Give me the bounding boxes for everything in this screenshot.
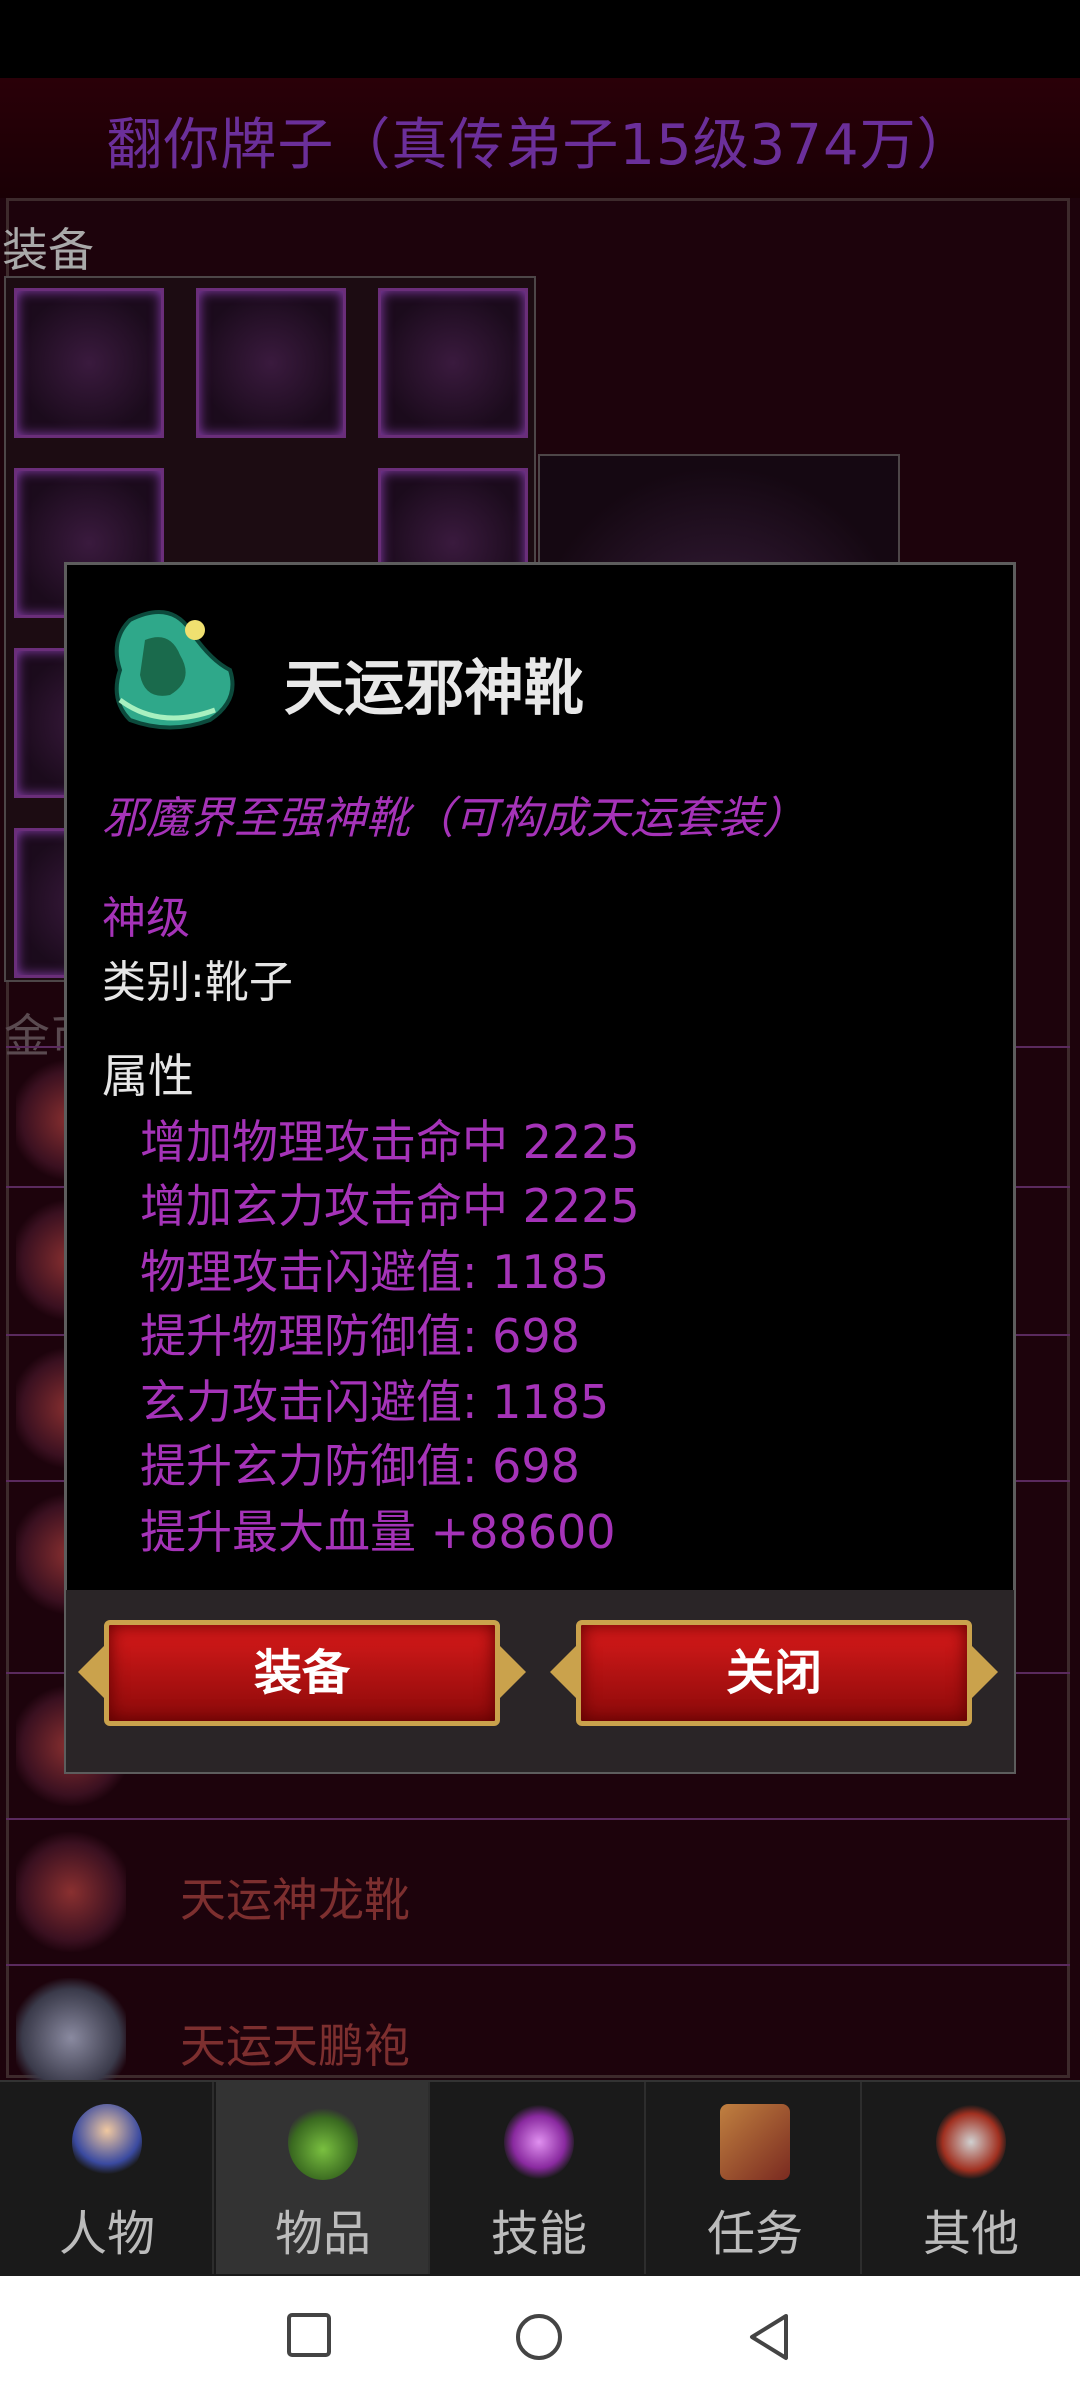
equip-slot-weapon[interactable]	[378, 288, 528, 438]
equip-slot-armor[interactable]	[196, 288, 346, 438]
tab-quests[interactable]: 任务	[648, 2082, 862, 2274]
status-bar	[0, 0, 1080, 78]
tab-label: 技能	[490, 2206, 587, 2262]
attributes-heading: 属性	[102, 1049, 194, 1103]
attribute-line: 提升玄力防御值: 698	[140, 1439, 580, 1493]
character-icon	[72, 2104, 142, 2180]
attribute-line: 增加物理攻击命中 2225	[140, 1115, 640, 1169]
equip-button[interactable]: 装备	[78, 1612, 526, 1734]
page-title: 翻你牌子（真传弟子15级374万）	[106, 113, 974, 178]
list-item-name: 天运神龙靴	[180, 1873, 410, 1927]
equipment-label: 装备	[2, 223, 94, 277]
back-icon[interactable]	[746, 2312, 792, 2366]
tab-other[interactable]: 其他	[864, 2082, 1078, 2274]
tab-label: 其他	[922, 2206, 1019, 2262]
attribute-line: 物理攻击闪避值: 1185	[140, 1245, 610, 1299]
item-description: 邪魔界至强神靴（可构成天运套装）	[102, 793, 806, 844]
attribute-line: 提升物理防御值: 698	[140, 1309, 580, 1363]
item-name: 天运邪神靴	[284, 654, 584, 724]
recent-apps-icon[interactable]	[286, 2312, 332, 2362]
attribute-line: 提升最大血量 +88600	[140, 1505, 616, 1559]
equip-button-label: 装备	[253, 1645, 350, 1701]
item-type: 类别:靴子	[102, 957, 293, 1008]
boots-item-icon	[16, 1832, 126, 1952]
attribute-line: 增加玄力攻击命中 2225	[140, 1179, 640, 1233]
close-button-label: 关闭	[725, 1645, 822, 1701]
tools-icon	[936, 2104, 1006, 2180]
attribute-line: 玄力攻击闪避值: 1185	[140, 1375, 610, 1429]
tab-label: 任务	[706, 2206, 803, 2262]
list-item-name: 天运天鹏袍	[180, 2019, 410, 2073]
tab-label: 人物	[58, 2206, 155, 2262]
potion-bag-icon	[288, 2104, 358, 2180]
tab-items[interactable]: 物品	[216, 2082, 430, 2274]
equip-slot-helmet[interactable]	[14, 288, 164, 438]
list-item[interactable]: 天运天鹏袍	[6, 1964, 1070, 2098]
close-button[interactable]: 关闭	[550, 1612, 998, 1734]
item-grade: 神级	[102, 893, 190, 944]
list-item[interactable]: 天运神龙靴	[6, 1818, 1070, 1963]
tab-character[interactable]: 人物	[0, 2082, 214, 2274]
tab-skills[interactable]: 技能	[432, 2082, 646, 2274]
boot-icon	[100, 600, 240, 740]
skill-swirl-icon	[504, 2104, 574, 2180]
tab-label: 物品	[274, 2206, 371, 2262]
quest-scroll-icon	[720, 2104, 790, 2180]
home-icon[interactable]	[514, 2312, 564, 2366]
